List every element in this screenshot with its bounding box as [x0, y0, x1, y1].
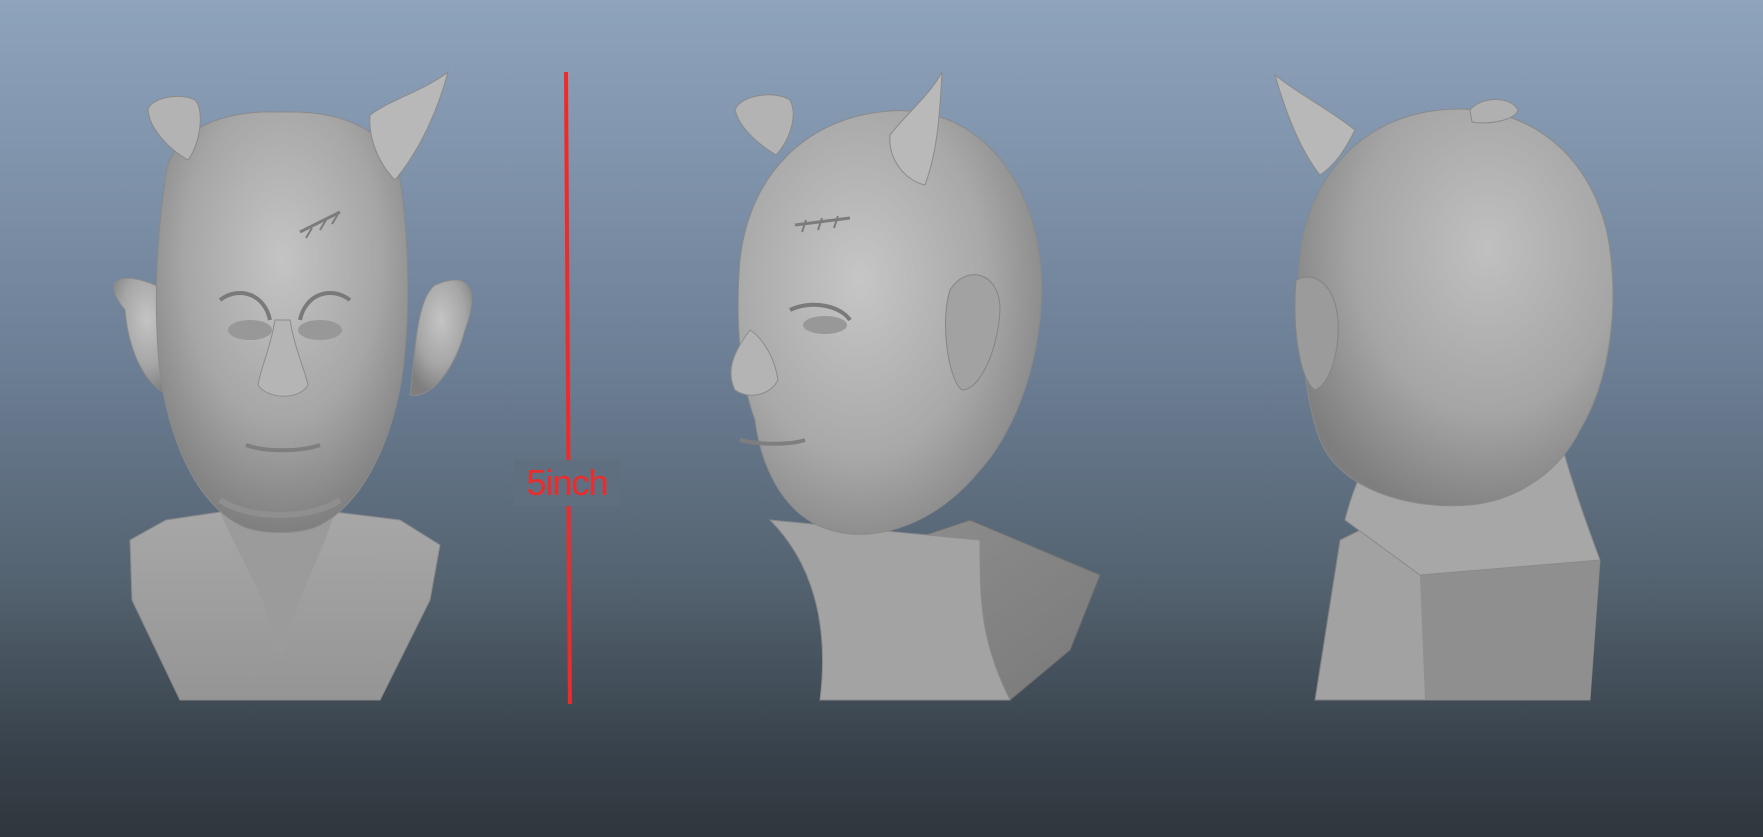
3d-viewport[interactable]: 5inch	[0, 0, 1763, 837]
bust-back-view	[1274, 73, 1614, 701]
height-measurement-label: 5inch	[514, 460, 620, 506]
bust-front-view	[113, 70, 473, 701]
height-measurement-line	[564, 71, 572, 705]
bust-three-quarter-view	[730, 71, 1101, 701]
